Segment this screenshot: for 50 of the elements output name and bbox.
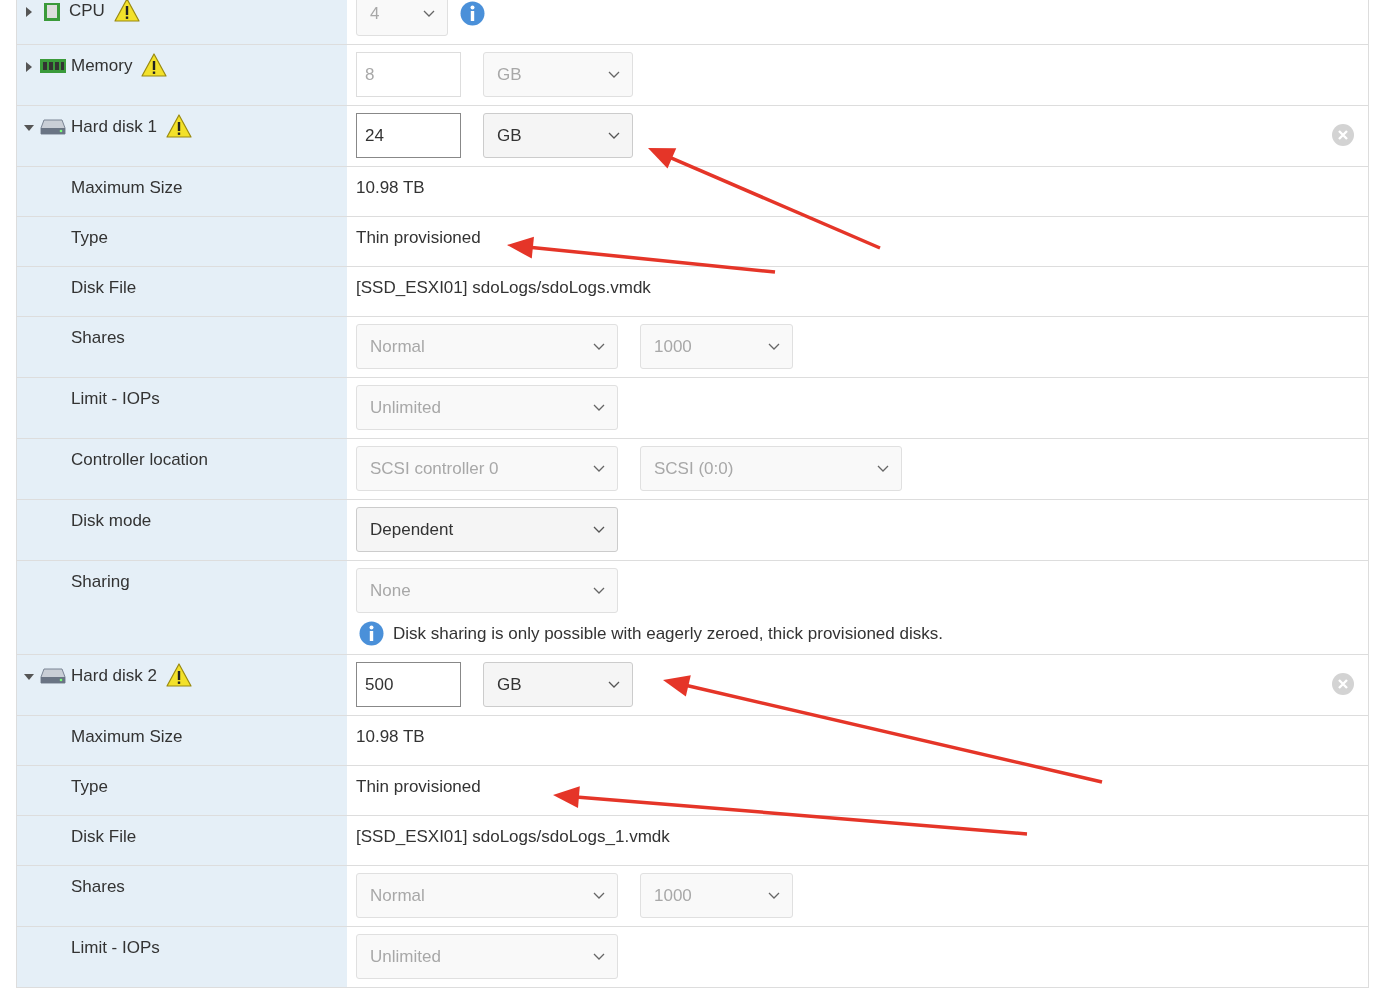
device-label: CPU [69, 0, 105, 22]
chevron-icon [593, 952, 605, 961]
expand-toggle[interactable] [24, 62, 34, 72]
chevron-icon [593, 586, 605, 595]
chevron-icon [593, 342, 605, 351]
chevron-icon [423, 9, 435, 18]
property-label: Controller location [71, 449, 208, 471]
expand-toggle[interactable] [24, 123, 34, 133]
property-label: Disk File [71, 826, 137, 848]
property-label: Type [71, 776, 108, 798]
property-label: Maximum Size [71, 726, 183, 748]
property-label: Shares [71, 876, 125, 898]
chevron-icon [593, 464, 605, 473]
value-text: [SSD_ESXI01] sdoLogs/sdoLogs_1.vmdk [356, 826, 670, 848]
dropdown[interactable]: Dependent [356, 507, 618, 552]
chevron-icon [608, 131, 620, 140]
chevron-icon [608, 70, 620, 79]
chevron-icon [593, 525, 605, 534]
property-label: Shares [71, 327, 125, 349]
chevron-icon [593, 891, 605, 900]
property-label: Maximum Size [71, 177, 183, 199]
property-label: Limit - IOPs [71, 388, 160, 410]
expand-toggle[interactable] [24, 672, 34, 682]
device-label: Hard disk 2 [71, 665, 157, 687]
device-label: Hard disk 1 [71, 116, 157, 138]
dropdown[interactable]: GB [483, 662, 633, 707]
input-field[interactable]: 500 [356, 662, 461, 707]
chevron-icon [608, 680, 620, 689]
memory-module-icon [40, 57, 66, 75]
property-label: Sharing [71, 571, 130, 593]
expand-toggle[interactable] [24, 7, 34, 17]
info-icon [359, 621, 384, 646]
property-label: Limit - IOPs [71, 937, 160, 959]
device-label: Memory [71, 55, 133, 77]
value-text: Thin provisioned [356, 776, 481, 798]
property-label: Disk mode [71, 510, 152, 532]
value-text: 10.98 TB [356, 726, 425, 748]
input-field[interactable]: 24 [356, 113, 461, 158]
chevron-icon [593, 403, 605, 412]
value-text: [SSD_ESXI01] sdoLogs/sdoLogs.vmdk [356, 277, 651, 299]
chevron-icon [768, 342, 780, 351]
value-text: 10.98 TB [356, 177, 425, 199]
value-text: Thin provisioned [356, 227, 481, 249]
property-label: Disk File [71, 277, 137, 299]
info-note: Disk sharing is only possible with eagerly zeroed, thick provisioned disks. [393, 623, 943, 644]
dropdown[interactable]: GB [483, 113, 633, 158]
chevron-icon [768, 891, 780, 900]
chevron-icon [877, 464, 889, 473]
info-icon[interactable] [460, 1, 485, 26]
property-label: Type [71, 227, 108, 249]
